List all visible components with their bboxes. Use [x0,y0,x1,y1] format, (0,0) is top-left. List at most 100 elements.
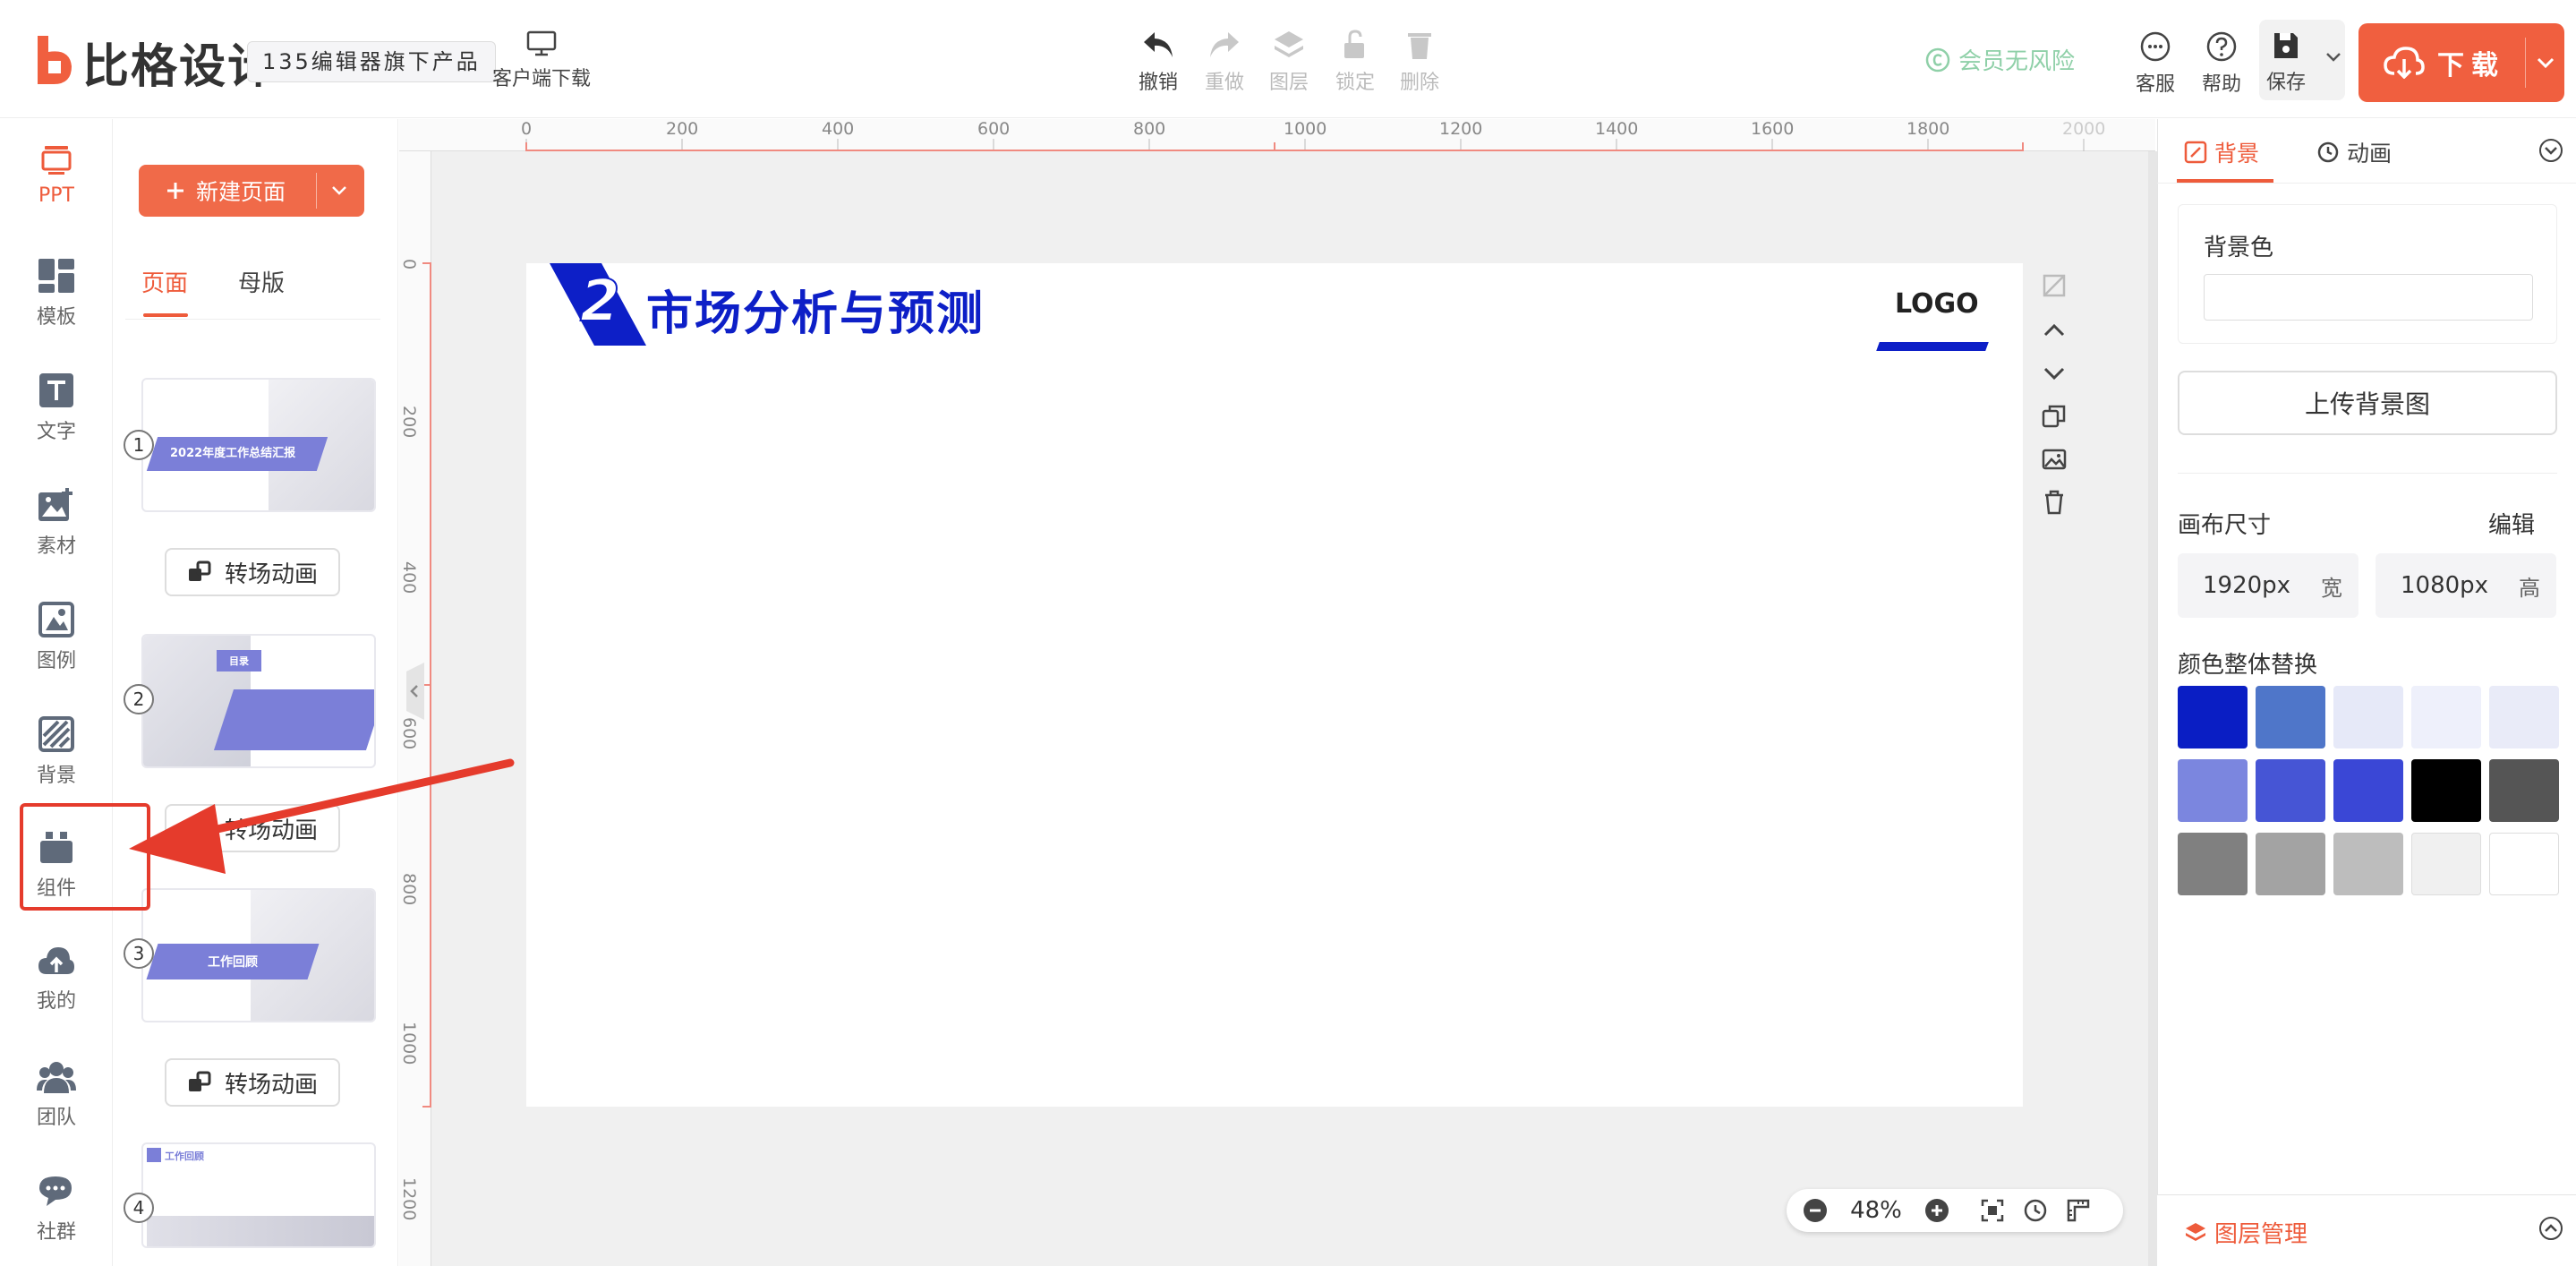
layers-icon [2184,1221,2207,1245]
download-dropdown-icon[interactable] [2526,56,2555,69]
thumb-photo [147,1216,374,1246]
nav-item-legend[interactable]: 图例 [0,602,113,673]
delete-button[interactable]: 删除 [1400,29,1439,95]
slide-number[interactable]: 2 [579,268,621,336]
chevron-up-icon[interactable] [2538,1216,2563,1241]
color-swatch[interactable] [2489,833,2559,895]
chevron-down-icon[interactable] [2538,138,2563,163]
color-swatch[interactable] [2411,686,2481,748]
chevron-up-icon[interactable] [2041,317,2068,344]
ruler-label: 1000 [399,1022,419,1065]
slide-canvas[interactable] [526,263,2023,1107]
ruler-label: 1000 [1284,119,1327,139]
color-swatch[interactable] [2411,759,2481,822]
canvas-size-label: 画布尺寸 [2178,512,2272,539]
ruler-label: 200 [666,119,699,139]
tab-pages[interactable]: 页面 [141,265,188,298]
new-page-button[interactable]: 新建页面 [139,165,364,217]
nav-item-community[interactable]: 社群 [0,1175,113,1245]
zoom-in-icon[interactable] [1924,1198,1949,1223]
color-swatch[interactable] [2178,759,2248,822]
color-swatch[interactable] [2489,759,2559,822]
nav-item-mine[interactable]: 我的 [0,945,113,1014]
collapse-panel-button[interactable] [399,663,424,720]
trash-icon[interactable] [2041,489,2068,516]
color-swatch[interactable] [2411,833,2481,895]
page-number-3: 3 [124,938,154,969]
color-swatch[interactable] [2256,759,2325,822]
page-thumbnail-1[interactable]: 2022年度工作总结汇报 [141,378,376,512]
background-color-picker[interactable] [2204,274,2533,321]
tab-background-label: 背景 [2214,141,2260,167]
tab-master[interactable]: 母版 [238,265,285,298]
nav-label-material: 素材 [36,535,76,558]
color-swatch[interactable] [2333,686,2403,748]
upload-background-button[interactable]: 上传背景图 [2178,371,2557,435]
undo-button[interactable]: 撤销 [1139,29,1178,95]
tab-animation[interactable]: 动画 [2316,136,2392,168]
layer-button[interactable]: 图层 [1269,29,1309,95]
color-swatch[interactable] [2256,833,2325,895]
nav-label-background: 背景 [36,765,76,787]
customer-service-button[interactable]: 客服 [2136,30,2175,97]
transition-button-1[interactable]: 转场动画 [165,548,340,596]
download-button[interactable]: 下载 [2358,23,2564,102]
redo-button[interactable]: 重做 [1205,29,1244,95]
color-swatch[interactable] [2333,759,2403,822]
ruler-toggle-icon[interactable] [2066,1198,2091,1223]
lock-button[interactable]: 锁定 [1335,29,1375,95]
color-swatch[interactable] [2178,833,2248,895]
canvas-size-edit-link[interactable]: 编辑 [2488,507,2535,540]
nav-item-ppt[interactable]: PPT [0,143,113,207]
ruler-label: 600 [977,119,1011,139]
member-no-risk-link[interactable]: 会员无风险 [1924,43,2075,76]
copy-icon[interactable] [2041,403,2068,430]
page-thumbnail-4[interactable]: 工作回顾 [141,1142,376,1248]
slide-title[interactable]: 市场分析与预测 [646,276,985,343]
ruler-label: 1600 [1751,119,1795,139]
nav-item-template[interactable]: 模板 [0,258,113,329]
nav-item-team[interactable]: 团队 [0,1060,113,1130]
nav-item-material[interactable]: 素材 [0,487,113,559]
chevron-down-icon[interactable] [2041,360,2068,387]
slide-logo-text[interactable]: LOGO [1895,288,1979,320]
nav-item-background[interactable]: 背景 [0,716,113,788]
canvas-width-field[interactable]: 1920px 宽 [2178,553,2358,618]
canvas-height-field[interactable]: 1080px 高 [2376,553,2556,618]
transition-label: 转场动画 [224,1071,318,1099]
layer-management-label: 图层管理 [2214,1221,2308,1248]
nav-label-text: 文字 [36,421,76,443]
layer-management-button[interactable]: 图层管理 [2184,1216,2307,1249]
help-button[interactable]: 帮助 [2202,30,2241,97]
color-swatch[interactable] [2489,686,2559,748]
legend-icon [38,602,74,637]
crop-icon[interactable] [2041,272,2068,299]
new-page-dropdown-icon[interactable] [317,185,347,196]
color-swatch[interactable] [2256,686,2325,748]
color-swatch[interactable] [2178,686,2248,748]
tab-background[interactable]: 背景 [2184,136,2259,168]
ruler-label: 1400 [1595,119,1639,139]
divider [2178,473,2557,474]
image-icon[interactable] [2041,446,2068,473]
zoom-level[interactable]: 48% [1846,1197,1906,1224]
height-value: 1080px [2401,572,2489,599]
plus-icon [166,181,185,201]
page-thumbnail-3[interactable]: 工作回顾 [141,888,376,1022]
history-icon[interactable] [2023,1198,2048,1223]
client-download-label: 客户端下载 [492,68,592,90]
client-download-button[interactable]: 客户端下载 [492,30,591,91]
zoom-out-icon[interactable] [1803,1198,1828,1223]
page-thumbnail-2[interactable]: 目录 [141,634,376,768]
save-button[interactable]: 保存 [2266,30,2306,95]
undo-icon [1140,29,1176,61]
save-dropdown-icon[interactable] [2325,52,2341,63]
transition-icon [187,560,212,585]
fit-screen-icon[interactable] [1980,1198,2005,1223]
slide-logo-bar[interactable] [1876,342,1989,351]
color-swatch[interactable] [2333,833,2403,895]
transition-button-3[interactable]: 转场动画 [165,1058,340,1107]
download-label: 下载 [2437,50,2505,81]
page-number-1: 1 [124,430,154,460]
nav-item-text[interactable]: 文字 [0,372,113,444]
